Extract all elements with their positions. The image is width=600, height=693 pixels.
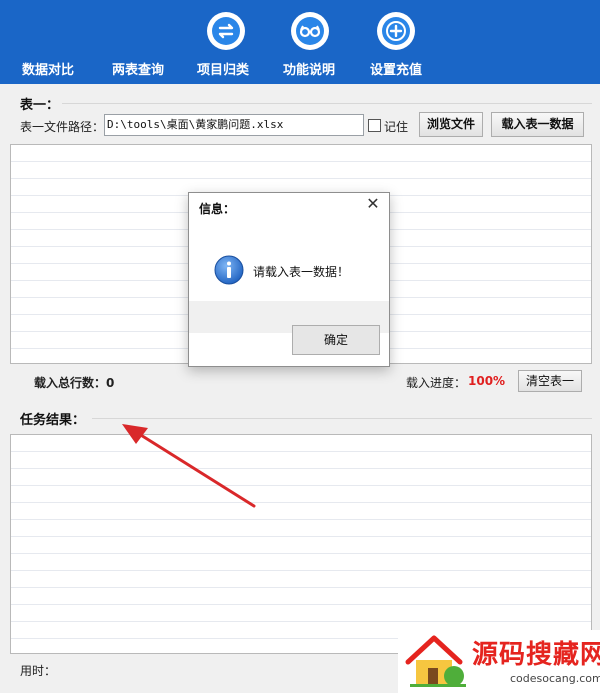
group-divider — [62, 103, 592, 104]
watermark-title: 源码搜藏网 — [472, 640, 600, 670]
table1-path-label: 表一文件路径： — [20, 120, 105, 134]
dialog-body: 请载入表一数据！ — [189, 223, 389, 333]
remember-label: 记住 — [384, 120, 409, 134]
load-table1-button[interactable]: 载入表一数据 — [491, 112, 584, 137]
info-dialog: 信息： ✕ 请载入表一数据！ 确定 — [188, 192, 390, 367]
red-arrow-annotation — [122, 424, 256, 508]
clear-table1-button[interactable]: 清空表一 — [518, 370, 582, 392]
browse-file-button[interactable]: 浏览文件 — [419, 112, 483, 137]
ok-button[interactable]: 确定 — [292, 325, 380, 355]
watermark-url: codesocang.com — [510, 672, 600, 685]
elapsed-time-label: 用时： — [20, 664, 57, 678]
progress-label: 载入进度： — [406, 376, 467, 390]
table1-path-input[interactable]: D:\tools\桌面\黄家鹏问题.xlsx — [104, 114, 364, 136]
info-icon — [214, 255, 244, 285]
dialog-title: 信息： — [199, 202, 236, 216]
progress-value: 100% — [468, 374, 506, 388]
toolbar-label-project-classify[interactable]: 项目归类 — [197, 59, 249, 78]
glasses-icon — [296, 17, 324, 45]
remember-checkbox[interactable] — [368, 119, 381, 132]
group-divider — [92, 418, 592, 419]
main-toolbar: 数据对比 两表查询 项目归类 功能说明 设置充值 — [0, 0, 600, 84]
task-result-list[interactable] — [10, 434, 592, 654]
toolbar-label-two-table-query[interactable]: 两表查询 — [112, 59, 164, 78]
arrows-exchange-icon — [212, 17, 240, 45]
dialog-message: 请载入表一数据！ — [253, 265, 350, 279]
close-icon[interactable]: ✕ — [359, 193, 387, 215]
table1-group-title: 表一： — [20, 98, 60, 113]
plus-icon — [382, 17, 410, 45]
task-result-group-title: 任务结果： — [20, 413, 86, 428]
house-logo-icon — [405, 635, 466, 687]
watermark-logo: 源码搜藏网 codesocang.com — [398, 630, 600, 693]
toolbar-label-settings-recharge[interactable]: 设置充值 — [370, 59, 422, 78]
toolbar-label-function-help[interactable]: 功能说明 — [283, 59, 335, 78]
total-rows-label: 载入总行数：0 — [34, 376, 115, 390]
toolbar-label-data-compare[interactable]: 数据对比 — [22, 59, 74, 78]
